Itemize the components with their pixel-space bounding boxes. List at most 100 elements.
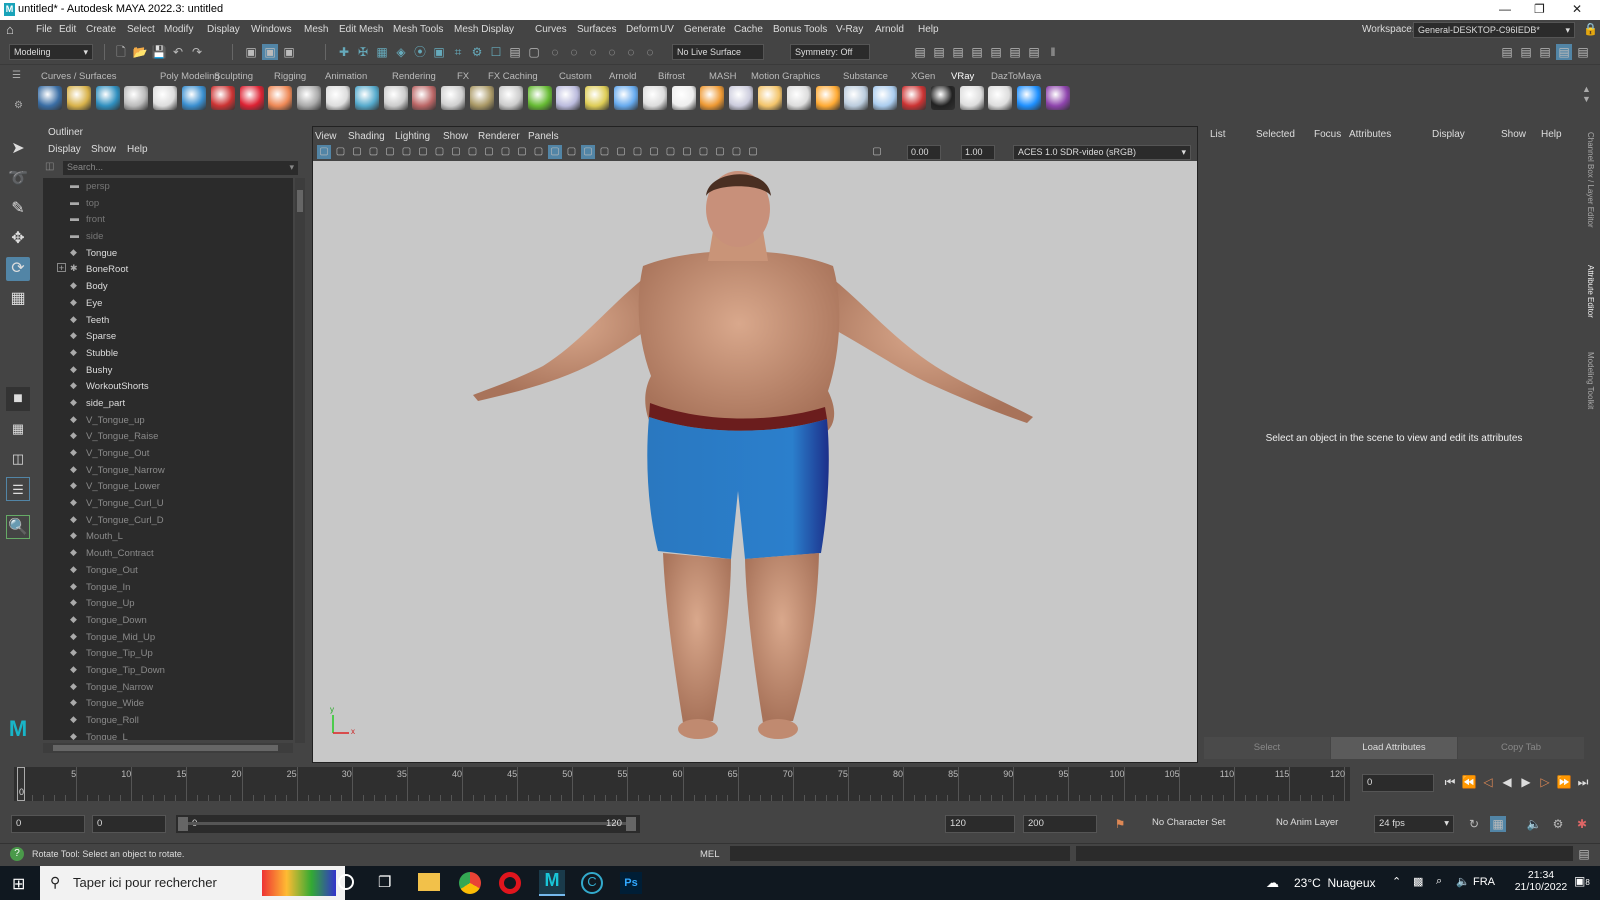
attr-menu-help[interactable]: Help: [1541, 129, 1562, 140]
four-view-layout-icon[interactable]: ▦: [6, 417, 30, 441]
menu-mesh-display[interactable]: Mesh Display: [454, 24, 514, 35]
notifications-icon[interactable]: ▣8: [1574, 874, 1592, 890]
attr-menu-show[interactable]: Show: [1501, 129, 1526, 140]
render-settings-icon[interactable]: ◌: [585, 44, 601, 60]
step-back-key-icon[interactable]: ⏪: [1461, 774, 1477, 790]
menu-display[interactable]: Display: [207, 24, 240, 35]
redo-icon[interactable]: ↷: [189, 44, 205, 60]
snap-projected-icon[interactable]: ◈: [393, 44, 409, 60]
outliner-item-workoutshorts[interactable]: ◆ WorkoutShorts: [43, 378, 293, 395]
shelf-tab-bifrost[interactable]: Bifrost: [658, 71, 685, 82]
menu-select[interactable]: Select: [127, 24, 155, 35]
outliner-horizontal-scrollbar[interactable]: [43, 743, 293, 753]
vray-dome-icon[interactable]: [182, 86, 206, 110]
weather-text[interactable]: 23°C Nuageux: [1294, 876, 1376, 890]
workspace-select[interactable]: General-DESKTOP-C96IEDB* ▾: [1413, 22, 1575, 38]
command-language-label[interactable]: MEL: [700, 849, 720, 860]
outliner-item-mouth-contract[interactable]: ◆ Mouth_Contract: [43, 545, 293, 562]
shelf-tab-substance[interactable]: Substance: [843, 71, 888, 82]
outliner-item-eye[interactable]: ◆ Eye: [43, 295, 293, 312]
snap-point-icon[interactable]: ▦: [374, 44, 390, 60]
lights-icon[interactable]: ▢: [598, 145, 612, 159]
shelf-tab-rendering[interactable]: Rendering: [392, 71, 436, 82]
playback-prefs-icon[interactable]: ✱: [1574, 816, 1590, 832]
outliner-menu-help[interactable]: Help: [127, 144, 148, 155]
pause-icon[interactable]: ‖: [1045, 44, 1061, 60]
vray-color-icon[interactable]: [1017, 86, 1042, 110]
vray-frame-buffer-icon[interactable]: ▤: [1007, 44, 1023, 60]
outliner-menu-show[interactable]: Show: [91, 144, 116, 155]
outliner-item-v-tongue-curl-d[interactable]: ◆ V_Tongue_Curl_D: [43, 512, 293, 529]
viewport-menu-panels[interactable]: Panels: [528, 131, 559, 142]
outliner-vertical-scrollbar[interactable]: [295, 178, 305, 743]
grid-icon[interactable]: ▢: [416, 145, 430, 159]
outliner-item-boneroot[interactable]: + ✱ BoneRoot: [43, 261, 293, 278]
vray-cloud-icon[interactable]: [930, 86, 955, 110]
attr-menu-display[interactable]: Display: [1432, 129, 1465, 140]
render-current-icon[interactable]: ◌: [547, 44, 563, 60]
volume-icon[interactable]: 🔈: [1456, 875, 1470, 888]
vray-sun-icon[interactable]: [729, 86, 754, 110]
select-button[interactable]: Select: [1204, 737, 1330, 759]
isolate-select-icon[interactable]: ▢: [697, 145, 711, 159]
ipr-render-icon[interactable]: ◌: [566, 44, 582, 60]
vray-proxy-icon[interactable]: [326, 86, 350, 110]
ambient-occlusion-icon[interactable]: ▢: [631, 145, 645, 159]
select-camera-icon[interactable]: ▢: [317, 145, 331, 159]
outliner-item-tongue-mid-up[interactable]: ◆ Tongue_Mid_Up: [43, 629, 293, 646]
outliner-item-v-tongue-narrow[interactable]: ◆ V_Tongue_Narrow: [43, 462, 293, 479]
lock-icon[interactable]: ☐: [488, 44, 504, 60]
vray-light-sphere-icon[interactable]: [700, 86, 725, 110]
shelf-tab-sculpting[interactable]: Sculpting: [214, 71, 253, 82]
shelf-tab-fx-caching[interactable]: FX Caching: [488, 71, 538, 82]
ipr-icon[interactable]: ▤: [950, 44, 966, 60]
task-view-icon[interactable]: ❐: [378, 873, 391, 891]
range-handle-end[interactable]: [626, 817, 636, 831]
outliner-toggle-icon[interactable]: ▤: [1537, 44, 1553, 60]
menu-create[interactable]: Create: [86, 24, 116, 35]
viewport-menu-renderer[interactable]: Renderer: [478, 131, 520, 142]
outliner-item-teeth[interactable]: ◆ Teeth: [43, 312, 293, 329]
minimize-icon[interactable]: —: [1499, 2, 1511, 16]
save-scene-icon[interactable]: 💾: [151, 44, 167, 60]
snap-view-plane-icon[interactable]: ⦿: [412, 44, 428, 60]
close-icon[interactable]: ✕: [1572, 2, 1582, 16]
render-settings-2-icon[interactable]: ▤: [969, 44, 985, 60]
shelf-tab-mash[interactable]: MASH: [709, 71, 736, 82]
vray-ies-icon[interactable]: [902, 86, 926, 110]
vray-fire-icon[interactable]: [268, 86, 293, 110]
open-scene-icon[interactable]: 📂: [132, 44, 148, 60]
search-icon[interactable]: 🔍: [6, 515, 30, 539]
menu-windows[interactable]: Windows: [251, 24, 292, 35]
outliner-item-v-tongue-up[interactable]: ◆ V_Tongue_up: [43, 412, 293, 429]
paint-select-tool-icon[interactable]: ✎: [6, 197, 30, 221]
meet-now-icon[interactable]: ▩: [1413, 875, 1423, 888]
shadows-icon[interactable]: ▢: [614, 145, 628, 159]
outliner-item-side[interactable]: ▬ side: [43, 228, 293, 245]
command-line-input[interactable]: [730, 846, 1070, 861]
lock-icon[interactable]: 🔒: [1583, 22, 1598, 36]
vray-water-icon[interactable]: [354, 86, 379, 110]
hypershade-2-icon[interactable]: ▤: [988, 44, 1004, 60]
go-to-start-icon[interactable]: ⏮: [1442, 774, 1458, 790]
taskbar-search-box[interactable]: ⚲ Taper ici pour rechercher: [40, 866, 345, 900]
vray-curve-icon[interactable]: [585, 86, 610, 110]
rotate-tool-icon[interactable]: ⟳: [6, 257, 30, 281]
home-icon[interactable]: ⌂: [6, 22, 14, 37]
outliner-item-v-tongue-raise[interactable]: ◆ V_Tongue_Raise: [43, 428, 293, 445]
outliner-item-tongue-up[interactable]: ◆ Tongue_Up: [43, 595, 293, 612]
clock[interactable]: 21:34 21/10/2022: [1512, 869, 1570, 893]
menu-bonus-tools[interactable]: Bonus Tools: [773, 24, 827, 35]
input-ops-icon[interactable]: ⌗: [450, 44, 466, 60]
attr-menu-attributes[interactable]: Attributes: [1349, 129, 1391, 140]
shelf-menu-icon[interactable]: ☰: [12, 70, 28, 82]
menu-curves[interactable]: Curves: [535, 24, 567, 35]
vray-fur-icon[interactable]: [527, 86, 552, 110]
outliner-search-input[interactable]: Search... ▾: [63, 161, 298, 175]
single-perspective-layout-icon[interactable]: ■: [6, 387, 30, 411]
channel-box-toggle-icon[interactable]: ▤: [1556, 44, 1572, 60]
vray-sky-icon[interactable]: [441, 86, 466, 110]
loop-icon[interactable]: ↻: [1466, 816, 1482, 832]
menu-edit-mesh[interactable]: Edit Mesh: [339, 24, 383, 35]
wireframe-icon[interactable]: ▢: [532, 145, 546, 159]
